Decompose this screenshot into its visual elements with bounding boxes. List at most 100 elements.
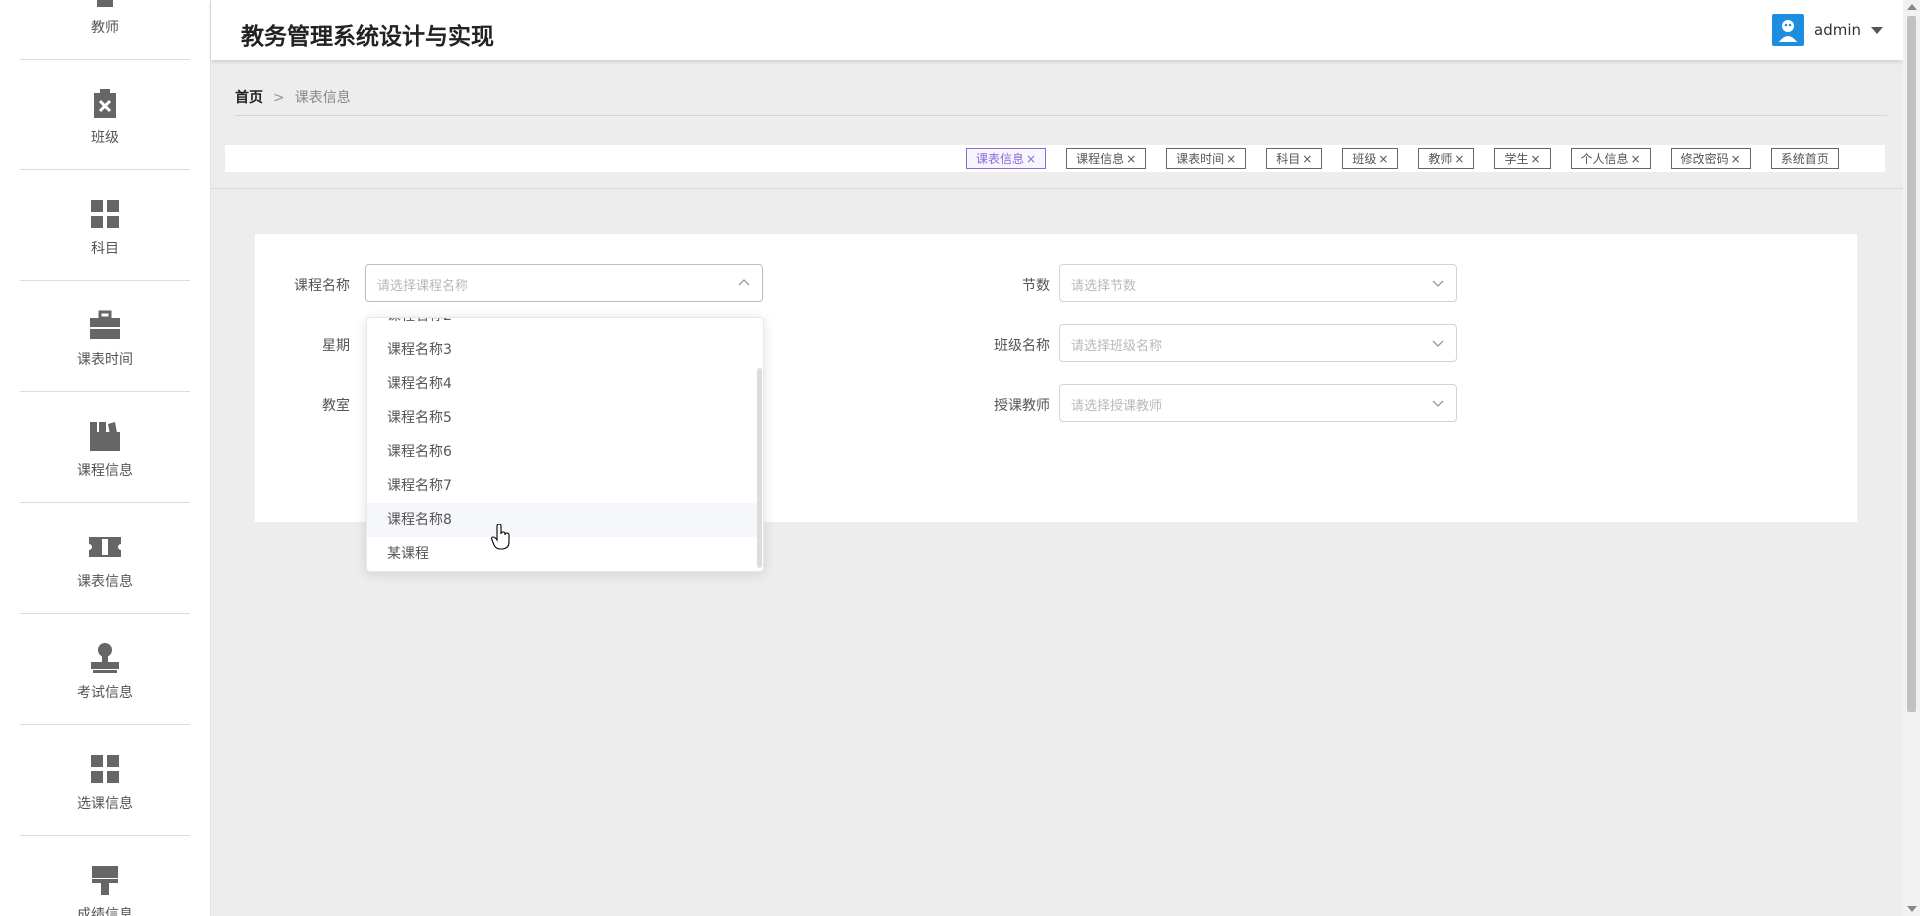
close-icon[interactable]: ×	[1226, 152, 1236, 166]
classroom-label: 教室	[322, 398, 350, 414]
chevron-up-icon	[738, 277, 750, 289]
sidebar-item-teacher[interactable]: 教师	[20, 0, 190, 60]
dropdown-option[interactable]: 课程名称7	[367, 469, 759, 503]
tag-change-password[interactable]: 修改密码 ×	[1670, 148, 1751, 169]
teacher-label: 授课教师	[994, 398, 1050, 414]
class-name-label: 班级名称	[994, 338, 1050, 354]
tag-label: 修改密码	[1680, 152, 1729, 166]
tag-course-info[interactable]: 课程信息 ×	[1066, 148, 1147, 169]
sidebar-item-label: 考试信息	[77, 685, 133, 701]
close-icon[interactable]: ×	[1026, 152, 1036, 166]
sidebar-item-course-selection[interactable]: 选课信息	[20, 725, 190, 836]
breadcrumb-separator: >	[273, 90, 285, 106]
sidebar-item-schedule-time[interactable]: 课表时间	[20, 281, 190, 392]
class-name-placeholder: 请选择班级名称	[1071, 339, 1163, 354]
course-name-select[interactable]: 请选择课程名称	[365, 264, 763, 302]
dropdown-option[interactable]: 课程名称4	[367, 367, 759, 401]
app-title: 教务管理系统设计与实现	[241, 24, 494, 50]
sidebar-item-label: 课程信息	[77, 463, 133, 479]
tag-label: 课表时间	[1176, 152, 1225, 166]
sidebar-item-label: 科目	[91, 241, 119, 257]
tag-label: 课表信息	[976, 152, 1025, 166]
tag-subject[interactable]: 科目 ×	[1266, 148, 1323, 169]
sidebar-item-course-info[interactable]: 课程信息	[20, 392, 190, 503]
hand-cursor-icon	[491, 523, 511, 550]
class-name-select[interactable]: 请选择班级名称	[1059, 324, 1457, 362]
sidebar-item-label: 教师	[91, 20, 119, 36]
grid-icon	[89, 198, 121, 230]
tag-class[interactable]: 班级 ×	[1342, 148, 1399, 169]
close-icon[interactable]: ×	[1378, 152, 1388, 166]
tag-home[interactable]: 系统首页	[1770, 148, 1839, 169]
dropdown-option[interactable]: 某课程	[367, 537, 759, 571]
ticket-icon	[89, 531, 121, 563]
dropdown-option[interactable]: 课程名称6	[367, 435, 759, 469]
teacher-select[interactable]: 请选择授课教师	[1059, 384, 1457, 422]
caret-down-icon[interactable]	[1871, 26, 1883, 34]
chevron-down-icon	[1432, 337, 1444, 349]
chevron-down-icon	[1432, 277, 1444, 289]
tag-timetable[interactable]: 课表信息 ×	[966, 148, 1047, 169]
breadcrumb-current: 课表信息	[294, 90, 351, 106]
teacher-placeholder: 请选择授课教师	[1071, 399, 1163, 414]
close-icon[interactable]: ×	[1731, 152, 1741, 166]
sidebar-item-label: 班级	[91, 130, 119, 146]
sidebar-item-label: 课表时间	[77, 352, 133, 368]
sidebar: 教师 班级 科目 课表时间 课程信息 课表信息 考试信息 选课信息 成绩信息	[0, 0, 211, 916]
tag-label: 教师	[1428, 152, 1453, 166]
sidebar-item-label: 课表信息	[77, 574, 133, 590]
breadcrumb: 首页 > 课表信息	[235, 87, 1887, 116]
avatar[interactable]	[1772, 14, 1804, 46]
course-name-placeholder: 请选择课程名称	[377, 279, 469, 294]
page-scrollbar[interactable]	[1903, 0, 1920, 916]
section-count-select[interactable]: 请选择节数	[1059, 264, 1457, 302]
dropdown-option[interactable]: 课程名称2	[367, 318, 759, 333]
weekday-label: 星期	[322, 338, 350, 354]
dropdown-scrollbar[interactable]	[757, 368, 762, 568]
tag-schedule-time[interactable]: 课表时间 ×	[1166, 148, 1247, 169]
divider	[211, 188, 1903, 189]
chevron-down-icon	[1432, 397, 1444, 409]
tag-profile[interactable]: 个人信息 ×	[1570, 148, 1651, 169]
section-count-label: 节数	[1022, 278, 1050, 294]
tag-student[interactable]: 学生 ×	[1494, 148, 1551, 169]
clipboard-icon	[89, 87, 121, 119]
top-header: 教务管理系统设计与实现 admin	[211, 0, 1903, 60]
briefcase-icon	[89, 309, 121, 341]
tag-label: 系统首页	[1780, 152, 1829, 166]
teacher-icon	[89, 0, 121, 9]
scroll-down-icon[interactable]	[1907, 906, 1917, 912]
close-icon[interactable]: ×	[1631, 152, 1641, 166]
tag-label: 个人信息	[1580, 152, 1629, 166]
close-icon[interactable]: ×	[1530, 152, 1540, 166]
dropdown-option[interactable]: 课程名称3	[367, 333, 759, 367]
scrollbar-thumb[interactable]	[1907, 16, 1916, 712]
sidebar-item-exam[interactable]: 考试信息	[20, 614, 190, 725]
sidebar-item-timetable[interactable]: 课表信息	[20, 503, 190, 614]
course-name-label: 课程名称	[294, 278, 350, 294]
close-icon[interactable]: ×	[1126, 152, 1136, 166]
user-name[interactable]: admin	[1814, 21, 1861, 39]
close-icon[interactable]: ×	[1302, 152, 1312, 166]
section-count-placeholder: 请选择节数	[1071, 279, 1137, 294]
sidebar-item-label: 成绩信息	[77, 907, 133, 916]
course-name-dropdown: 课程名称2 课程名称3 课程名称4 课程名称5 课程名称6 课程名称7 课程名称…	[366, 317, 764, 572]
scroll-up-icon[interactable]	[1907, 4, 1917, 10]
tag-label: 班级	[1352, 152, 1377, 166]
books-icon	[89, 420, 121, 452]
breadcrumb-home[interactable]: 首页	[235, 90, 263, 106]
sidebar-item-grades[interactable]: 成绩信息	[20, 836, 190, 916]
sidebar-item-label: 选课信息	[77, 796, 133, 812]
tag-label: 课程信息	[1076, 152, 1125, 166]
dropdown-option-hovered[interactable]: 课程名称8	[367, 503, 759, 537]
tag-teacher[interactable]: 教师 ×	[1418, 148, 1475, 169]
grid-icon	[89, 753, 121, 785]
close-icon[interactable]: ×	[1454, 152, 1464, 166]
sidebar-item-class[interactable]: 班级	[20, 59, 190, 170]
sidebar-item-subject[interactable]: 科目	[20, 170, 190, 281]
tag-label: 科目	[1276, 152, 1301, 166]
dropdown-option[interactable]: 课程名称5	[367, 401, 759, 435]
user-menu[interactable]: admin	[1772, 14, 1883, 46]
tag-label: 学生	[1504, 152, 1529, 166]
brush-icon	[89, 864, 121, 896]
